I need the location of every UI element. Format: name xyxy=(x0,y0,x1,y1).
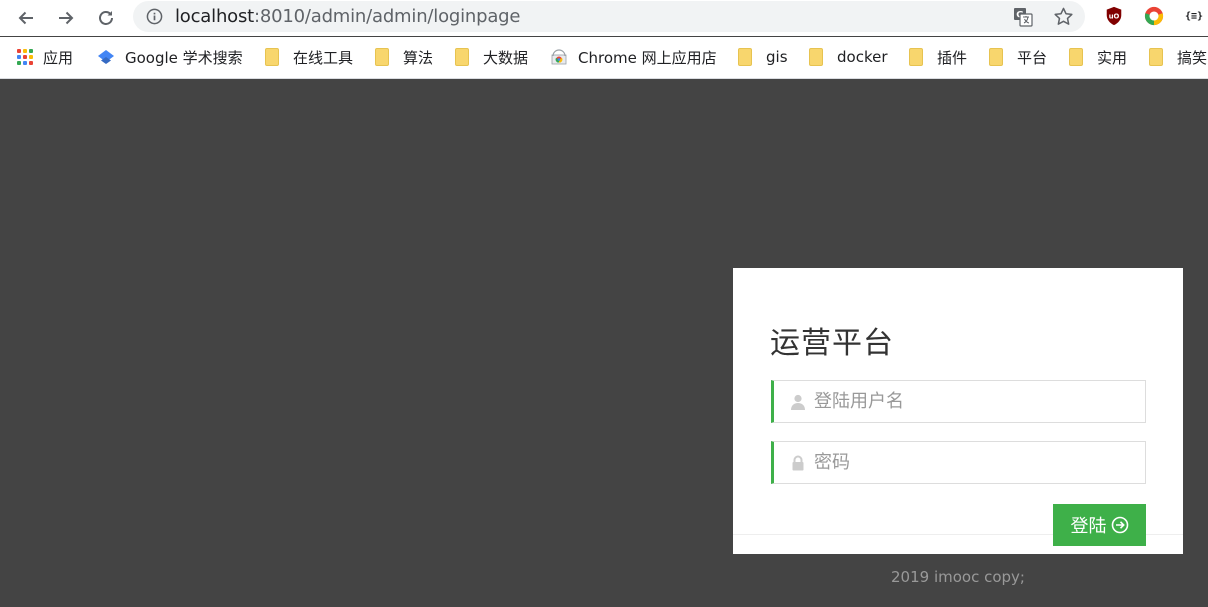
login-card: 运营平台 登陆 xyxy=(733,268,1183,554)
folder-icon xyxy=(375,48,389,66)
bookmark-google-scholar[interactable]: Google 学术搜索 xyxy=(97,45,243,69)
copyright-text: 2019 imooc copy; xyxy=(891,568,1025,586)
username-input[interactable] xyxy=(814,381,1134,422)
arrow-circle-right-icon xyxy=(1111,516,1128,534)
ublock-origin-button[interactable]: uO xyxy=(1103,5,1125,27)
password-field[interactable] xyxy=(771,441,1146,484)
url-host: localhost xyxy=(175,6,254,27)
bookmark-folder-algorithms[interactable]: 算法 xyxy=(375,45,433,69)
folder-icon xyxy=(455,48,469,66)
folder-icon xyxy=(989,48,1003,66)
reload-button[interactable] xyxy=(92,4,120,32)
folder-icon xyxy=(265,48,279,66)
folder-icon xyxy=(1149,48,1163,66)
bookmark-label: Chrome 网上应用店 xyxy=(578,48,717,67)
folder-icon xyxy=(909,48,923,66)
bookmark-label: 平台 xyxy=(1017,48,1048,67)
scholar-icon xyxy=(98,50,114,64)
login-title: 运营平台 xyxy=(770,326,894,361)
bookmark-label: Google 学术搜索 xyxy=(125,48,243,67)
login-button[interactable]: 登陆 xyxy=(1053,504,1146,546)
svg-text:uO: uO xyxy=(1109,12,1120,20)
login-page-background: 运营平台 登陆 2019 imooc copy; xyxy=(0,80,1208,607)
url-text[interactable]: localhost:8010/admin/admin/loginpage xyxy=(175,6,520,27)
bookmark-label: 应用 xyxy=(43,48,74,67)
json-viewer-icon[interactable]: {≡} xyxy=(1183,5,1205,27)
folder-icon xyxy=(1069,48,1083,66)
bookmark-folder-online-tools[interactable]: 在线工具 xyxy=(265,45,353,69)
forward-button[interactable] xyxy=(52,4,80,32)
bookmark-label: 算法 xyxy=(403,48,434,67)
bookmark-label: 在线工具 xyxy=(293,48,354,67)
folder-icon xyxy=(738,48,752,66)
back-arrow-icon xyxy=(18,11,33,25)
bookmark-star-icon[interactable] xyxy=(1053,6,1074,27)
web-store-icon xyxy=(551,49,567,65)
bookmark-folder-plugins[interactable]: 插件 xyxy=(909,45,967,69)
lock-icon xyxy=(792,455,804,471)
bookmark-label: 搞笑 xyxy=(1177,48,1208,67)
bookmarks-bar: 应用 Google 学术搜索 在线工具 算法 大数据 Chrome 网上应用店 … xyxy=(0,37,1208,79)
info-icon[interactable] xyxy=(146,8,163,25)
bookmark-chrome-web-store[interactable]: Chrome 网上应用店 xyxy=(550,45,717,69)
bookmark-apps[interactable]: 应用 xyxy=(17,45,73,69)
bookmark-folder-platform[interactable]: 平台 xyxy=(989,45,1047,69)
forward-arrow-icon xyxy=(59,11,74,25)
address-bar[interactable]: localhost:8010/admin/admin/loginpage G xyxy=(133,1,1085,32)
bookmark-folder-funny[interactable]: 搞笑 xyxy=(1149,45,1207,69)
translate-icon[interactable]: G xyxy=(1013,7,1033,27)
bookmark-label: 插件 xyxy=(937,48,968,67)
back-button[interactable] xyxy=(12,4,40,32)
bookmark-label: docker xyxy=(837,48,888,66)
username-field[interactable] xyxy=(771,380,1146,423)
bookmark-folder-big-data[interactable]: 大数据 xyxy=(455,45,528,69)
apps-grid-icon xyxy=(17,49,33,65)
bookmark-label: 大数据 xyxy=(483,48,529,67)
bookmark-label: 实用 xyxy=(1097,48,1128,67)
bookmark-folder-gis[interactable]: gis xyxy=(738,45,788,69)
chrome-extension-button[interactable] xyxy=(1143,5,1165,27)
bookmark-folder-docker[interactable]: docker xyxy=(809,45,888,69)
folder-icon xyxy=(809,48,823,66)
user-icon xyxy=(791,394,805,410)
bookmark-label: gis xyxy=(766,48,788,66)
ublock-origin-icon: uO xyxy=(1106,6,1122,26)
bookmark-folder-practical[interactable]: 实用 xyxy=(1069,45,1127,69)
reload-icon xyxy=(99,11,113,25)
chrome-circle-icon xyxy=(1144,6,1164,26)
login-button-label: 登陆 xyxy=(1070,516,1107,537)
password-input[interactable] xyxy=(814,442,1134,483)
url-path: :8010/admin/admin/loginpage xyxy=(254,6,521,27)
browser-toolbar: localhost:8010/admin/admin/loginpage G u… xyxy=(0,0,1208,36)
